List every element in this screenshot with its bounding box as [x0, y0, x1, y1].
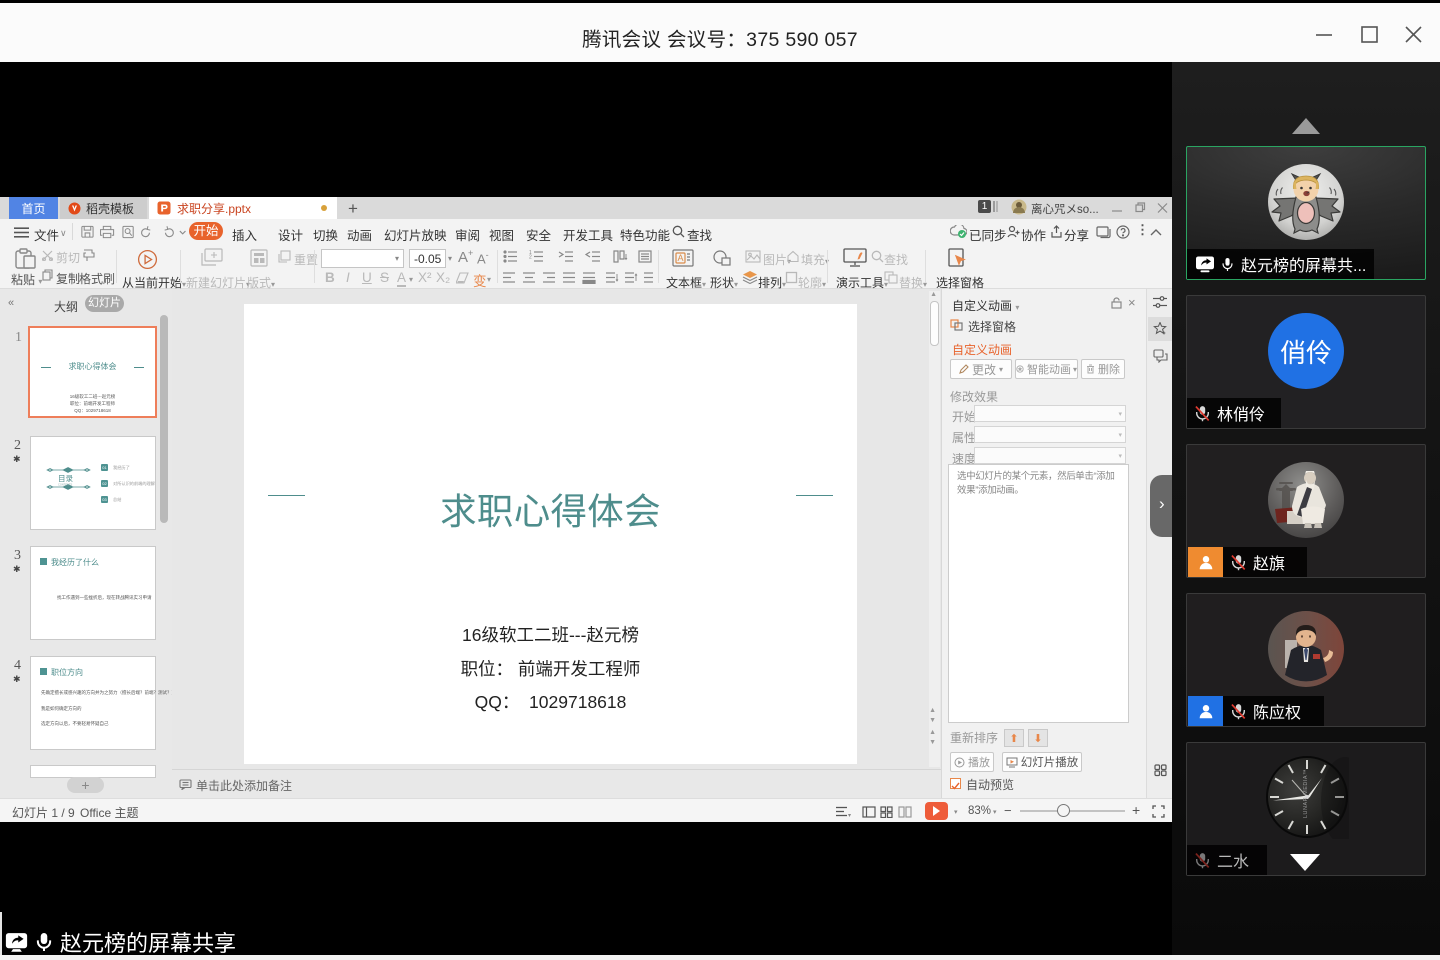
svg-text:总结: 总结 [113, 496, 121, 503]
svg-text:02: 02 [102, 481, 107, 486]
svg-text:2: 2 [529, 255, 532, 261]
svg-text:03: 03 [102, 497, 107, 502]
svg-text:01: 01 [102, 465, 107, 470]
svg-text:▾: ▾ [848, 813, 851, 818]
svg-text:我经历了: 我经历了 [113, 464, 130, 471]
svg-text:CONTENTS: CONTENTS [58, 483, 73, 487]
svg-text:A: A [678, 253, 684, 263]
svg-text:LUNAR MEDIA™: LUNAR MEDIA™ [1303, 769, 1309, 818]
svg-text:目录: 目录 [58, 474, 73, 483]
svg-text:对所认识的前端的理解: 对所认识的前端的理解 [113, 480, 155, 487]
